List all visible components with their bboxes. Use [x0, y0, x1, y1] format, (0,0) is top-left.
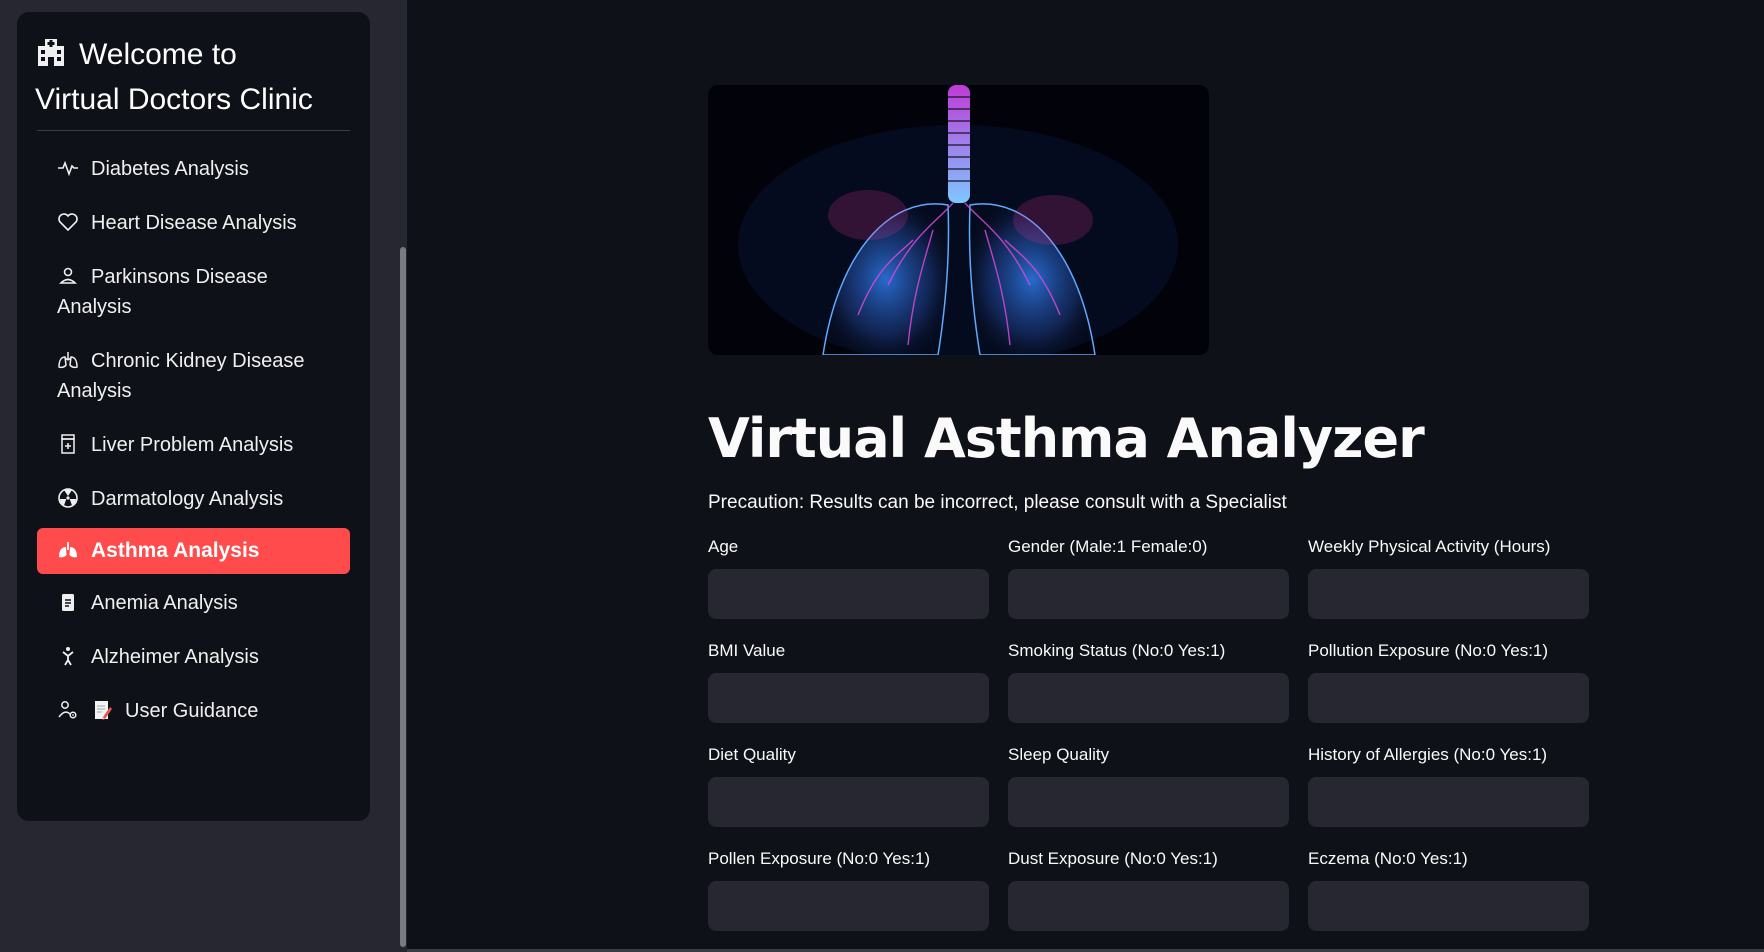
sidebar-item-dermatology[interactable]: Darmatology Analysis [37, 472, 350, 526]
sidebar-menu: Diabetes Analysis Heart Disease Analysis… [37, 142, 350, 738]
activity-icon [57, 157, 79, 179]
lungs-filled-icon [57, 539, 79, 561]
sidebar-item-heart-disease[interactable]: Heart Disease Analysis [37, 196, 350, 250]
field-eczema: Eczema (No:0 Yes:1) [1308, 847, 1589, 931]
field-label: Pollen Exposure (No:0 Yes:1) [708, 849, 931, 868]
field-label: Gender (Male:1 Female:0) [1008, 537, 1208, 556]
diet-quality-input[interactable] [708, 777, 989, 827]
field-label: Age [708, 537, 739, 556]
sidebar-item-diabetes[interactable]: Diabetes Analysis [37, 142, 350, 196]
brand-line-2: Virtual Doctors Clinic [35, 83, 313, 116]
brand-line-1: Welcome to [79, 38, 237, 71]
sidebar-item-asthma[interactable]: Asthma Analysis [37, 528, 350, 574]
sidebar-item-label: Chronic Kidney Disease Analysis [57, 350, 305, 402]
sidebar-item-label: Liver Problem Analysis [91, 434, 294, 456]
clipboard-icon [57, 591, 79, 613]
gender-input[interactable] [1008, 569, 1289, 619]
sidebar-item-label: Darmatology Analysis [91, 488, 284, 510]
sidebar-item-label: Parkinsons Disease Analysis [57, 266, 268, 318]
allergies-input[interactable] [1308, 777, 1589, 827]
figure-icon [57, 645, 79, 667]
field-allergies: History of Allergies (No:0 Yes:1) [1308, 743, 1589, 827]
sidebar-item-user-guidance[interactable]: User Guidance [37, 684, 350, 738]
person-gear-icon [57, 699, 79, 721]
field-bmi: BMI Value [708, 639, 989, 723]
field-label: Dust Exposure (No:0 Yes:1) [1008, 849, 1218, 868]
field-dust: Dust Exposure (No:0 Yes:1) [1008, 847, 1289, 931]
field-sleep-quality: Sleep Quality [1008, 743, 1289, 827]
heart-icon [57, 211, 79, 233]
sleep-quality-input[interactable] [1008, 777, 1289, 827]
field-label: Sleep Quality [1008, 745, 1110, 764]
field-diet-quality: Diet Quality [708, 743, 989, 827]
field-smoking: Smoking Status (No:0 Yes:1) [1008, 639, 1289, 723]
radioactive-icon [57, 487, 79, 509]
sidebar-divider [37, 130, 350, 131]
field-gender: Gender (Male:1 Female:0) [1008, 535, 1289, 619]
field-label: Pollution Exposure (No:0 Yes:1) [1308, 641, 1549, 660]
field-label: Weekly Physical Activity (Hours) [1308, 537, 1551, 556]
field-label: History of Allergies (No:0 Yes:1) [1308, 745, 1548, 764]
sidebar-item-liver[interactable]: Liver Problem Analysis [37, 418, 350, 472]
precaution-text: Precaution: Results can be incorrect, pl… [708, 492, 1287, 513]
field-label: Diet Quality [708, 745, 796, 764]
age-input[interactable] [708, 569, 989, 619]
pollen-input[interactable] [708, 881, 989, 931]
sidebar-scrollbar[interactable] [400, 247, 406, 947]
field-label: BMI Value [708, 641, 786, 660]
field-weekly-activity: Weekly Physical Activity (Hours) [1308, 535, 1589, 619]
sidebar-header: Welcome to Virtual Doctors Clinic [35, 32, 355, 122]
field-age: Age [708, 535, 989, 619]
sidebar-item-anemia[interactable]: Anemia Analysis [37, 576, 350, 630]
sidebar-item-alzheimer[interactable]: Alzheimer Analysis [37, 630, 350, 684]
pollution-input[interactable] [1308, 673, 1589, 723]
field-pollution: Pollution Exposure (No:0 Yes:1) [1308, 639, 1589, 723]
eczema-input[interactable] [1308, 881, 1589, 931]
lungs-icon [57, 349, 79, 371]
prescription-icon [57, 433, 79, 455]
weekly-activity-input[interactable] [1308, 569, 1589, 619]
sidebar-item-label: User Guidance [125, 700, 259, 722]
dust-input[interactable] [1008, 881, 1289, 931]
sidebar-item-label: Heart Disease Analysis [91, 212, 297, 234]
field-label: Smoking Status (No:0 Yes:1) [1008, 641, 1226, 660]
memo-icon [91, 699, 113, 721]
sidebar-item-label: Diabetes Analysis [91, 158, 249, 180]
asthma-input-form: Age Gender (Male:1 Female:0) Weekly Phys… [708, 535, 1589, 931]
lungs-hero-image [708, 85, 1209, 355]
person-icon [57, 265, 79, 287]
sidebar-item-label: Anemia Analysis [91, 592, 238, 614]
field-label: Eczema (No:0 Yes:1) [1308, 849, 1468, 868]
sidebar-item-label: Alzheimer Analysis [91, 646, 259, 668]
smoking-input[interactable] [1008, 673, 1289, 723]
page-title: Virtual Asthma Analyzer [708, 407, 1425, 470]
sidebar-item-kidney[interactable]: Chronic Kidney Disease Analysis [37, 334, 350, 418]
main-content: Virtual Asthma Analyzer Precaution: Resu… [708, 85, 1589, 931]
sidebar-item-label: Asthma Analysis [91, 539, 260, 562]
hospital-icon [35, 36, 67, 68]
field-pollen: Pollen Exposure (No:0 Yes:1) [708, 847, 989, 931]
bmi-input[interactable] [708, 673, 989, 723]
sidebar-item-parkinsons[interactable]: Parkinsons Disease Analysis [37, 250, 350, 334]
